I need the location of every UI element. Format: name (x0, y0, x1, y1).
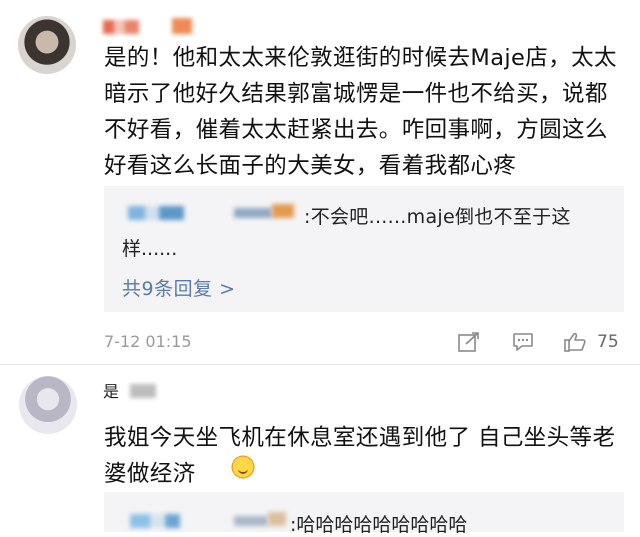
reply-username-blurred-2[interactable] (234, 516, 268, 526)
comment-icon[interactable] (512, 332, 534, 352)
divider (0, 364, 640, 365)
view-all-replies-link[interactable]: 共9条回复 > (122, 274, 236, 301)
avatar[interactable] (18, 16, 76, 74)
username-blurred[interactable] (103, 20, 139, 34)
reply-user-badge-blurred (272, 204, 294, 218)
reply-preview-box[interactable]: :不会吧......maje倒也不至于这 样...... 共9条回复 > (104, 186, 624, 312)
comment-timestamp: 7-12 01:15 (104, 332, 192, 351)
reply-text: :不会吧......maje倒也不至于这 (304, 206, 571, 228)
reply-username-blurred[interactable] (130, 514, 180, 528)
user-badge-blurred (172, 18, 192, 34)
comment-text: 我姐今天坐飞机在休息室还遇到他了 自己坐头等老婆做经济 (104, 425, 616, 487)
like-count: 75 (597, 332, 619, 352)
avatar[interactable] (19, 376, 77, 434)
sun-smile-emoji-icon (230, 454, 256, 480)
thumbs-up-icon[interactable] (564, 332, 586, 352)
reply-username-blurred-2[interactable] (234, 208, 272, 218)
share-icon[interactable] (458, 332, 480, 352)
username-blurred[interactable] (130, 384, 156, 398)
reply-text: :哈哈哈哈哈哈哈哈哈 (290, 514, 468, 536)
comment-text: 是的！他和太太来伦敦逛街的时候去Maje店，太太暗示了他好久结果郭富城愣是一件也… (104, 45, 617, 179)
reply-user-badge-blurred (268, 512, 286, 526)
username-prefix[interactable]: 是 (103, 378, 119, 402)
reply-text-continued: 样...... (122, 238, 178, 260)
reply-username-blurred[interactable] (128, 206, 184, 220)
reply-preview-box[interactable]: :哈哈哈哈哈哈哈哈哈 (104, 492, 624, 536)
